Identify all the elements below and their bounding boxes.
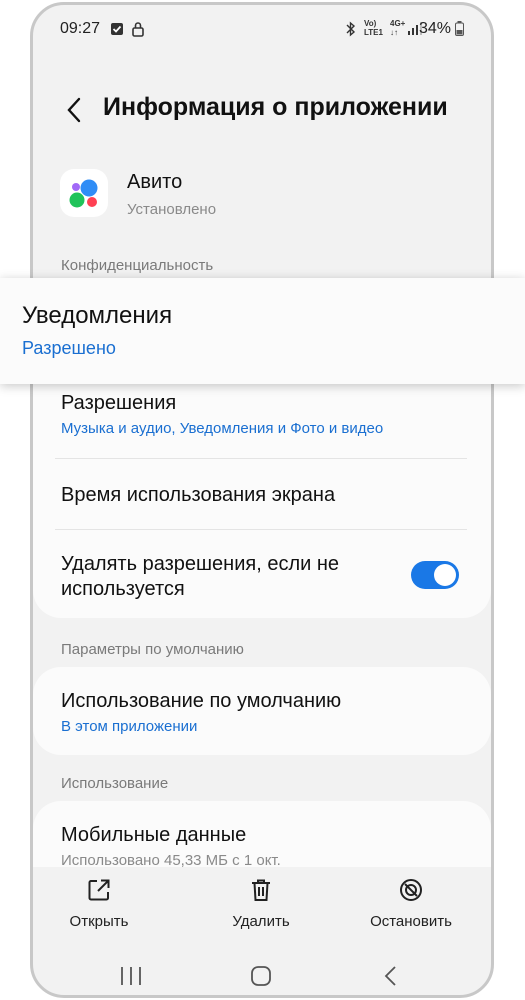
- section-defaults-label: Параметры по умолчанию: [61, 641, 244, 658]
- remove-permissions-line1: Удалять разрешения, если не: [61, 553, 340, 575]
- default-usage-row[interactable]: Использование по умолчанию В этом прилож…: [61, 689, 465, 735]
- status-bar: 09:27 Vo) LTE1 4G+ ↓↑ 34%: [33, 5, 491, 55]
- bottom-action-bar: Открыть Удалить Остановить: [33, 867, 491, 947]
- open-external-icon: [88, 879, 110, 901]
- nav-back-button[interactable]: [371, 961, 411, 991]
- remove-permissions-toggle[interactable]: [411, 561, 459, 589]
- app-info: Авито Установлено: [33, 165, 491, 235]
- page-title: Информация о приложении: [103, 93, 448, 121]
- phone-frame: 09:27 Vo) LTE1 4G+ ↓↑ 34% Информация о при…: [30, 2, 494, 998]
- delete-label: Удалить: [232, 913, 290, 930]
- avito-logo: [60, 169, 108, 217]
- chevron-left-icon: [67, 97, 81, 123]
- battery-percent: 34%: [418, 20, 451, 37]
- default-usage-title: Использование по умолчанию: [61, 690, 342, 712]
- back-icon: [384, 966, 396, 986]
- mobile-data-row[interactable]: Мобильные данные Использовано 45,33 МБ с…: [61, 823, 465, 869]
- mobile-data-title: Мобильные данные: [61, 824, 247, 846]
- remove-permissions-row[interactable]: Удалять разрешения, если не используется: [61, 552, 391, 602]
- stop-icon: [400, 879, 422, 901]
- checkbox-notification-icon: [110, 22, 124, 39]
- notifications-highlight-row[interactable]: Уведомления Разрешено: [0, 278, 525, 384]
- app-header: Информация о приложении: [33, 85, 491, 135]
- permissions-summary: Музыка и аудио, Уведомления и Фото и вид…: [61, 420, 384, 437]
- permissions-title: Разрешения: [61, 392, 177, 414]
- permissions-row[interactable]: Разрешения Музыка и аудио, Уведомления и…: [61, 391, 465, 437]
- battery-icon: [455, 21, 464, 39]
- app-install-state: Установлено: [127, 201, 217, 218]
- stop-label: Остановить: [370, 913, 452, 930]
- defaults-card: Использование по умолчанию В этом прилож…: [33, 667, 491, 755]
- open-button[interactable]: Открыть: [39, 877, 159, 930]
- lock-icon: [131, 21, 145, 40]
- screen-time-title: Время использования экрана: [61, 484, 336, 506]
- default-usage-summary: В этом приложении: [61, 718, 198, 735]
- 4g-plus-icon: 4G+ ↓↑: [390, 19, 406, 37]
- recent-apps-button[interactable]: [111, 961, 151, 991]
- notifications-title: Уведомления: [22, 302, 173, 329]
- recent-apps-icon: [121, 967, 141, 985]
- section-privacy-label: Конфиденциальность: [61, 257, 214, 274]
- back-button[interactable]: [61, 93, 89, 127]
- system-nav-bar: [33, 955, 491, 995]
- status-time: 09:27: [60, 20, 101, 37]
- toggle-knob: [434, 564, 456, 586]
- divider: [55, 458, 467, 459]
- app-name: Авито: [127, 171, 183, 193]
- open-label: Открыть: [69, 913, 129, 930]
- remove-permissions-line2: используется: [61, 578, 185, 600]
- delete-button[interactable]: Удалить: [201, 877, 321, 930]
- trash-icon: [252, 879, 270, 901]
- bluetooth-icon: [346, 21, 356, 40]
- section-usage-label: Использование: [61, 775, 169, 792]
- screen-time-row[interactable]: Время использования экрана: [61, 483, 465, 508]
- home-button[interactable]: [241, 961, 281, 991]
- home-icon: [251, 966, 271, 986]
- divider: [55, 529, 467, 530]
- volte-lte-icon: Vo) LTE1: [364, 19, 383, 37]
- notifications-status: Разрешено: [22, 338, 116, 358]
- stop-button[interactable]: Остановить: [351, 877, 471, 930]
